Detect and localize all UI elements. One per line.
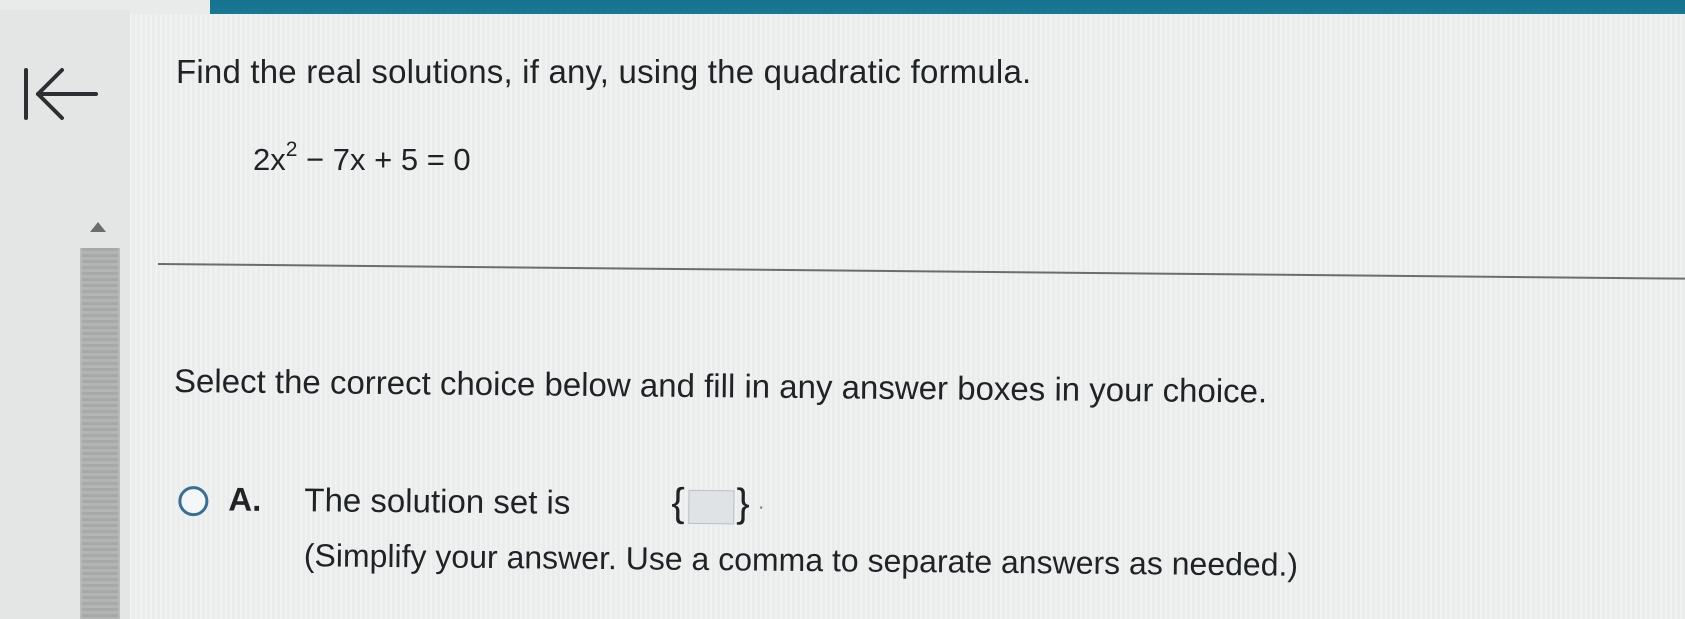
equation-rest: − 7x + 5 = 0: [297, 142, 471, 177]
choice-a-letter: A.: [228, 480, 262, 518]
arrow-left-to-bar-icon: [24, 68, 98, 120]
scrollbar-thumb[interactable]: [82, 248, 118, 619]
scroll-up-icon[interactable]: [88, 220, 108, 234]
close-brace: }: [736, 481, 750, 526]
solution-set-answer-box[interactable]: [688, 489, 735, 525]
open-brace: {: [671, 480, 685, 525]
question-prompt: Find the real solutions, if any, using t…: [176, 53, 1032, 90]
back-button[interactable]: [20, 62, 100, 126]
answer-period: .: [758, 491, 765, 514]
equation-lead: 2x: [253, 142, 286, 177]
equation: 2x2 − 7x + 5 = 0: [253, 138, 471, 178]
choice-a-hint: (Simplify your answer. Use a comma to se…: [303, 537, 1299, 583]
choice-a-text: The solution set is: [304, 481, 571, 521]
choice-a[interactable]: A. The solution set is { } . (Simplify y…: [177, 480, 1658, 614]
equation-exponent: 2: [285, 138, 298, 161]
choice-a-radio[interactable]: [178, 486, 209, 517]
